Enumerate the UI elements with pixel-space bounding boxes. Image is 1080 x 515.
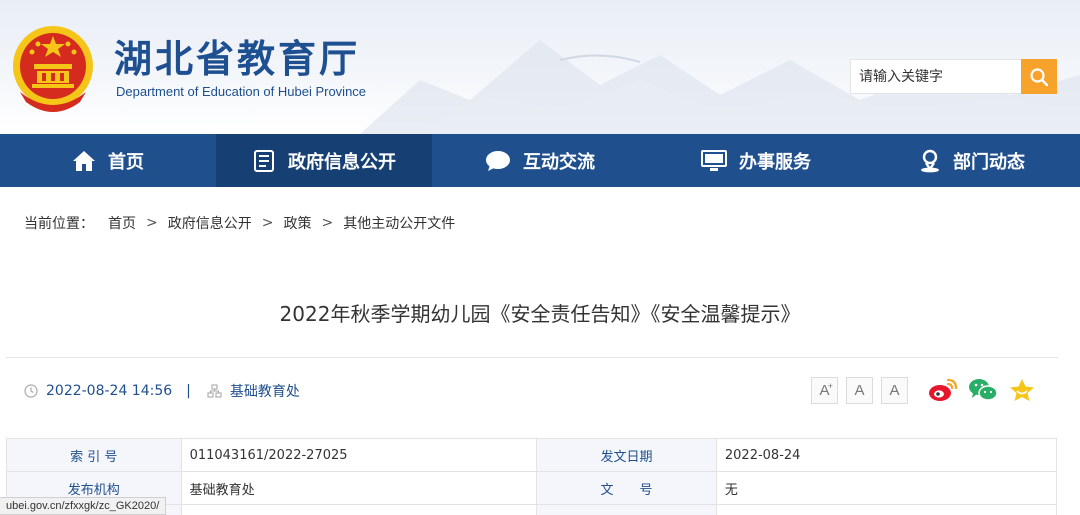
breadcrumb: 当前位置： 首页 > 政府信息公开 > 政策 > 其他主动公开文件: [24, 213, 455, 233]
main-navigation: 首页 政府信息公开 互动交流 办事服务 部门动态: [0, 134, 1080, 187]
breadcrumb-item[interactable]: 政府信息公开: [168, 213, 252, 233]
browser-status-url: ubei.gov.cn/zfxxgk/zc_GK2020/: [0, 497, 167, 515]
font-control-label: A: [854, 382, 865, 399]
breadcrumb-item[interactable]: 其他主动公开文件: [343, 213, 455, 233]
nav-item-department-news[interactable]: 部门动态: [864, 134, 1080, 187]
share-buttons: [928, 377, 1036, 403]
nav-item-interaction[interactable]: 互动交流: [432, 134, 648, 187]
breadcrumb-label: 当前位置：: [24, 216, 94, 232]
info-key: [536, 504, 717, 515]
organization-icon: [207, 384, 222, 398]
meta-separator: |: [186, 383, 191, 399]
font-control-label: A: [889, 382, 900, 399]
breadcrumb-item[interactable]: 政策: [283, 213, 311, 233]
breadcrumb-item[interactable]: 首页: [108, 213, 136, 233]
info-value: 011043161/2022-27025: [180, 438, 538, 472]
breadcrumb-separator: >: [146, 215, 158, 231]
nav-item-label: 互动交流: [523, 151, 595, 173]
monitor-icon: [701, 149, 727, 171]
nav-item-label: 部门动态: [953, 151, 1025, 173]
article-meta: 2022-08-24 14:56 | 基础教育处: [24, 380, 300, 402]
nav-item-services[interactable]: 办事服务: [648, 134, 864, 187]
font-default-button[interactable]: A: [846, 377, 873, 404]
nav-item-label: 首页: [108, 151, 144, 173]
site-subtitle: Department of Education of Hubei Provinc…: [116, 84, 367, 99]
font-plus-mark: +: [827, 381, 833, 391]
title-divider: [6, 357, 1058, 358]
chat-bubble-icon: [486, 150, 510, 171]
publish-datetime: 2022-08-24 14:56: [46, 383, 173, 399]
breadcrumb-separator: >: [261, 215, 274, 231]
national-emblem-icon[interactable]: [10, 22, 96, 114]
breadcrumb-separator: >: [321, 215, 334, 231]
home-icon: [73, 150, 95, 171]
publishing-department: 基础教育处: [229, 384, 300, 400]
table-row: 索 引 号 011043161/2022-27025 发文日期 2022-08-…: [6, 438, 1058, 472]
nav-item-label: 政府信息公开: [288, 151, 396, 173]
info-value: [715, 504, 1058, 515]
font-increase-button[interactable]: A +: [811, 377, 838, 404]
nav-item-government-info[interactable]: 政府信息公开: [216, 134, 432, 187]
wechat-icon[interactable]: [968, 377, 998, 403]
search-icon: [1030, 67, 1049, 86]
nav-item-home[interactable]: 首页: [0, 134, 216, 187]
info-key: 发文日期: [536, 438, 717, 472]
weibo-icon[interactable]: [928, 377, 958, 403]
nav-item-label: 办事服务: [739, 151, 811, 173]
site-title[interactable]: 湖北省教育厅: [114, 28, 360, 83]
search-input[interactable]: [850, 59, 1021, 94]
article-title: 2022年秋季学期幼儿园《安全责任告知》《安全温馨提示》: [279, 302, 801, 326]
document-list-icon: [254, 149, 274, 172]
info-key: 索 引 号: [6, 438, 182, 472]
site-header: 湖北省教育厅 Department of Education of Hubei …: [0, 0, 1080, 134]
info-value: 2022-08-24: [715, 438, 1058, 472]
info-value: [180, 504, 538, 515]
info-key: 文 号: [536, 471, 717, 505]
font-size-controls: A + A A: [811, 377, 908, 404]
location-person-icon: [921, 149, 939, 172]
info-value: 无: [715, 471, 1058, 505]
search-button[interactable]: [1021, 59, 1057, 94]
info-value: 基础教育处: [180, 471, 538, 505]
favorite-star-icon[interactable]: [1008, 377, 1036, 403]
font-decrease-button[interactable]: A: [881, 377, 908, 404]
clock-icon: [24, 384, 38, 398]
